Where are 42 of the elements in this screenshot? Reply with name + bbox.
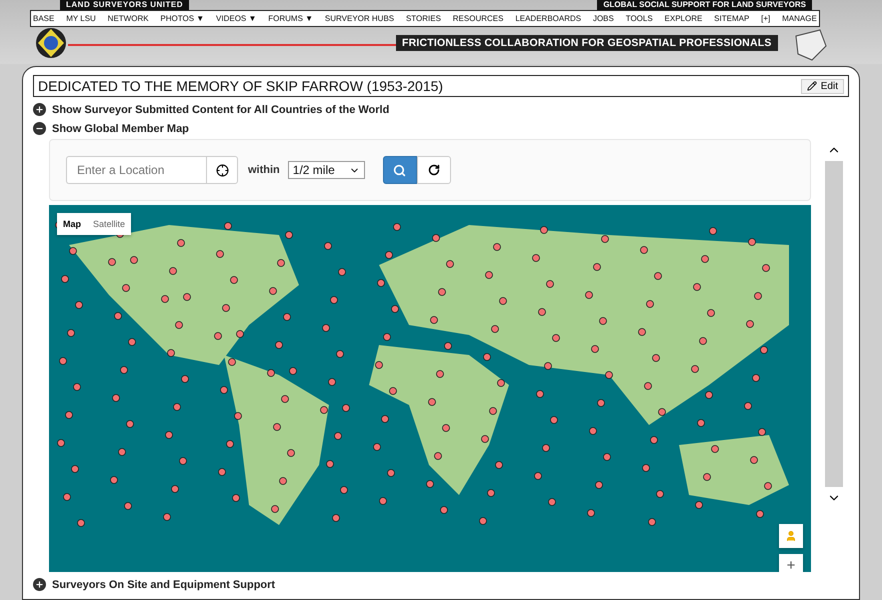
nav-link[interactable]: SITEMAP	[714, 14, 750, 23]
nav-link[interactable]: BASE	[33, 14, 54, 23]
expand-icon[interactable]	[33, 578, 46, 591]
nav-link[interactable]: SURVEYOR HUBS	[324, 14, 394, 23]
nav-link[interactable]: MANAGE	[782, 14, 817, 23]
section-toggle[interactable]: Show Global Member Map	[52, 122, 189, 134]
zoom-in-button[interactable]: +	[779, 554, 803, 572]
section-toggle[interactable]: Show Surveyor Submitted Content for All Countries of the World	[52, 104, 390, 116]
nav-link[interactable]: STORIES	[406, 14, 441, 23]
map-type-button[interactable]: Map	[57, 213, 87, 235]
location-field[interactable]: Enter a Location	[66, 156, 206, 184]
nav-link[interactable]: EXPLORE	[664, 14, 702, 23]
refresh-button[interactable]	[416, 156, 451, 184]
nav-link[interactable]: TOOLS	[626, 14, 653, 23]
crosshair-icon	[216, 164, 228, 176]
panel-title: DEDICATED TO THE MEMORY OF SKIP FARROW (1953-2015)	[38, 78, 444, 94]
radius-select[interactable]: 1/2 mile	[288, 161, 365, 179]
pencil-icon	[806, 81, 817, 91]
nav-link[interactable]: JOBS	[592, 14, 614, 23]
scrollbar-thumb[interactable]	[825, 161, 843, 487]
nav-link[interactable]: MY LSU	[66, 14, 96, 23]
nav-link[interactable]: [+]	[761, 14, 770, 23]
within-label: within	[248, 164, 280, 176]
locate-button[interactable]	[206, 156, 238, 184]
nav-link[interactable]: RESOURCES	[452, 14, 504, 23]
site-slogan: GLOBAL SOCIAL SUPPORT FOR LAND SURVEYORS	[597, 0, 812, 10]
site-title: LAND SURVEYORS UNITED	[60, 0, 190, 10]
nav-link[interactable]: VIDEOS ▼	[216, 14, 256, 23]
search-icon	[393, 164, 406, 176]
expand-icon[interactable]	[33, 103, 46, 116]
nav-link[interactable]: PHOTOS ▼	[160, 14, 204, 23]
search-button[interactable]	[382, 156, 417, 184]
nav-link[interactable]: NETWORK	[108, 14, 149, 23]
person-icon	[785, 528, 797, 544]
site-tagline: FRICTIONLESS COLLABORATION FOR GEOSPATIAL PROFESSIONALS	[396, 35, 778, 51]
map-type-button[interactable]: Satellite	[87, 213, 132, 235]
section-toggle[interactable]: Surveyors On Site and Equipment Support	[52, 578, 276, 590]
collapse-icon[interactable]	[33, 122, 46, 135]
refresh-icon	[428, 164, 440, 176]
nav-link[interactable]: LEADERBOARDS	[515, 14, 582, 23]
edit-button[interactable]: Edit	[800, 78, 844, 94]
nav-link[interactable]: FORUMS ▼	[268, 14, 314, 23]
